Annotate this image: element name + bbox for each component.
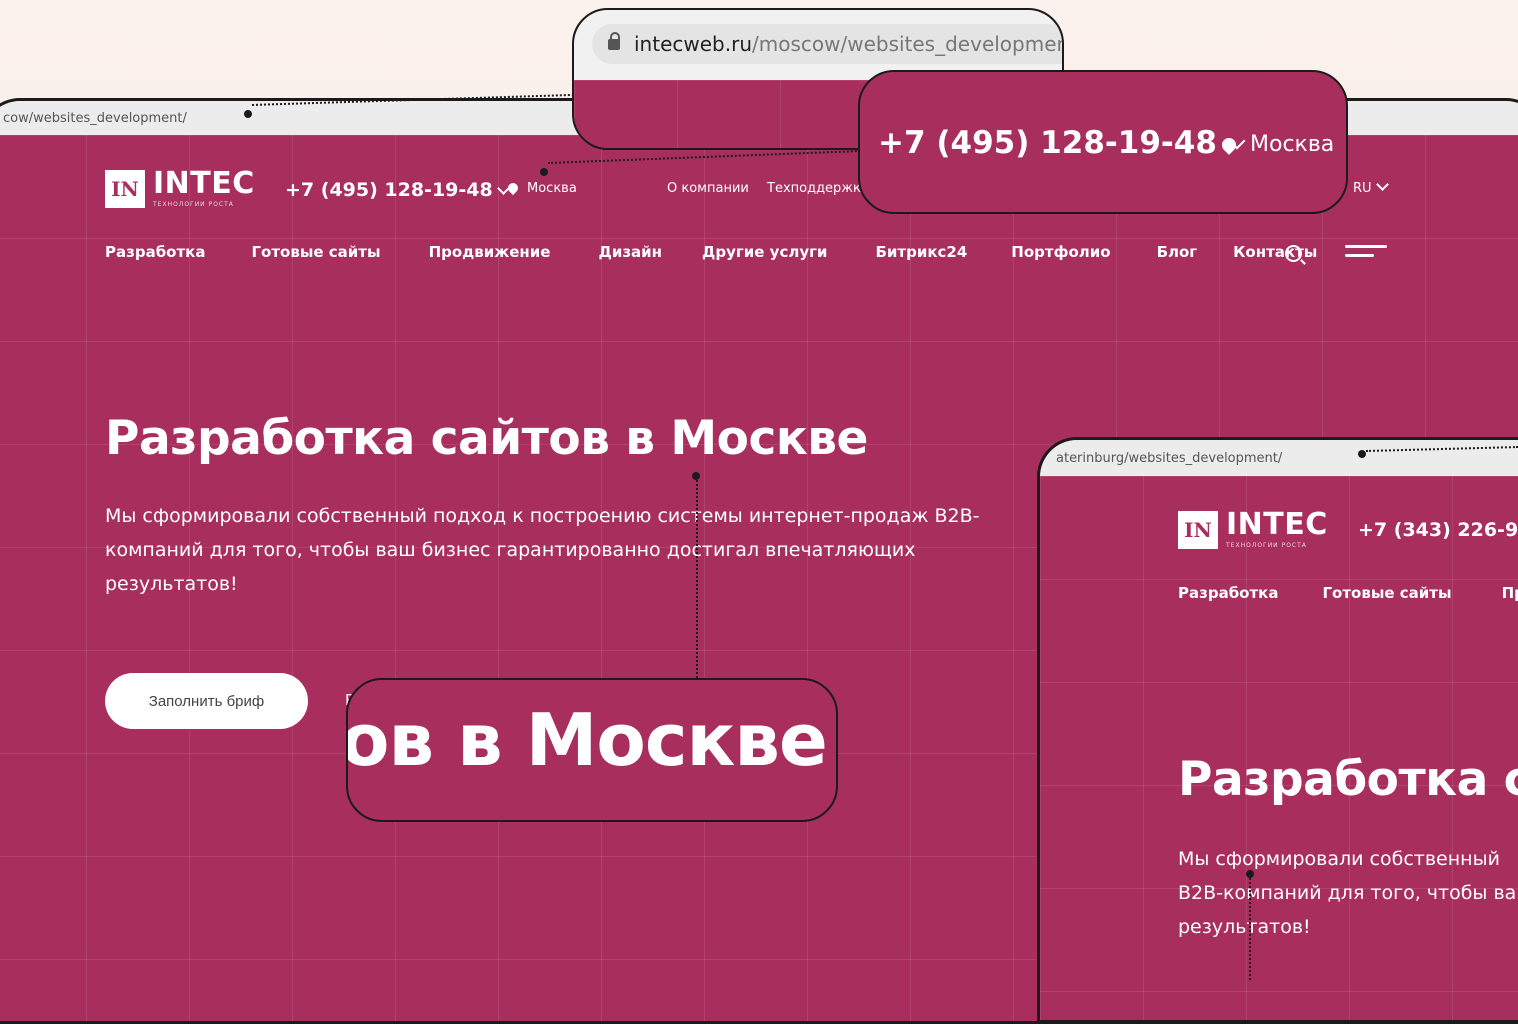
nav-item-bitrix24[interactable]: Битрикс24 bbox=[875, 243, 967, 261]
url-path: /moscow/websites_development bbox=[752, 32, 1064, 56]
nav-item-promotion[interactable]: Про bbox=[1502, 584, 1518, 602]
second-header-phone[interactable]: +7 (343) 226-90- bbox=[1358, 519, 1518, 541]
hero-description: Мы сформировали собственный подход к пос… bbox=[105, 505, 980, 595]
top-link-support[interactable]: Техподдержка bbox=[767, 181, 869, 196]
nav-item-portfolio[interactable]: Портфолио bbox=[1011, 243, 1110, 261]
logo-mark: IN bbox=[1178, 510, 1218, 549]
nav-item-ready-sites[interactable]: Готовые сайты bbox=[1322, 584, 1451, 602]
nav-item-other-services[interactable]: Другие услуги bbox=[702, 243, 827, 261]
main-nav: Разработка Готовые сайты Продвижение Диз… bbox=[105, 243, 1317, 261]
url-host: intecweb.ru bbox=[634, 32, 752, 56]
connector-line bbox=[1249, 878, 1251, 980]
nav-item-ready-sites[interactable]: Готовые сайты bbox=[251, 243, 380, 261]
language-select[interactable]: RU bbox=[1353, 178, 1389, 196]
connector-dot bbox=[692, 472, 700, 480]
connector-dot bbox=[1246, 870, 1254, 878]
ekaterinburg-site-body: IN INTEC ТЕХНОЛОГИИ РОСТА +7 (343) 226-9… bbox=[1040, 476, 1518, 1020]
search-icon[interactable] bbox=[1285, 245, 1302, 262]
hero-title: Разработка сайтов в Москве bbox=[105, 411, 868, 466]
map-pin-icon bbox=[505, 180, 521, 196]
header-city[interactable]: Москва bbox=[505, 180, 577, 196]
connector-dot bbox=[244, 110, 252, 118]
logo-name: INTEC bbox=[1226, 507, 1328, 542]
callout-city-label: Москва bbox=[1250, 132, 1335, 157]
chevron-down-icon bbox=[1375, 178, 1389, 191]
intec-logo[interactable]: IN INTEC ТЕХНОЛОГИИ РОСТА bbox=[105, 169, 255, 208]
nav-item-design[interactable]: Дизайн bbox=[598, 243, 662, 261]
url-callout-address[interactable]: intecweb.ru/moscow/websites_development bbox=[592, 24, 1064, 64]
second-url-text: aterinburg/websites_development/ bbox=[1056, 451, 1283, 466]
header-phone[interactable]: +7 (495) 128-19-48 bbox=[285, 179, 510, 201]
fill-brief-button[interactable]: Заполнить бриф bbox=[105, 673, 308, 729]
phone-zoom-callout: +7 (495) 128-19-48 Москва bbox=[858, 70, 1348, 214]
intec-logo-second[interactable]: IN INTEC ТЕХНОЛОГИИ РОСТА bbox=[1178, 510, 1328, 549]
logo-name: INTEC bbox=[153, 166, 255, 201]
header-city-label: Москва bbox=[527, 181, 577, 196]
lock-icon bbox=[608, 31, 620, 50]
logo-tagline: ТЕХНОЛОГИИ РОСТА bbox=[153, 201, 234, 208]
second-url-bar[interactable]: aterinburg/websites_development/ bbox=[1040, 440, 1518, 476]
map-pin-icon bbox=[1219, 135, 1239, 155]
callout-phone: +7 (495) 128-19-48 bbox=[878, 125, 1246, 161]
callout-city: Москва bbox=[1219, 132, 1335, 157]
main-url-text: cow/websites_development/ bbox=[3, 111, 187, 126]
connector-dot bbox=[1358, 450, 1366, 458]
nav-item-development[interactable]: Разработка bbox=[105, 243, 205, 261]
logo-mark: IN bbox=[105, 169, 145, 208]
second-nav: Разработка Готовые сайты Про bbox=[1178, 584, 1518, 602]
nav-item-development[interactable]: Разработка bbox=[1178, 584, 1278, 602]
connector-dot bbox=[540, 168, 548, 176]
nav-item-contacts[interactable]: Контакты bbox=[1233, 243, 1317, 261]
title-zoom-callout: ов в Москве bbox=[346, 678, 838, 822]
ekaterinburg-site-window: aterinburg/websites_development/ IN INTE… bbox=[1037, 437, 1518, 1023]
top-link-about[interactable]: О компании bbox=[667, 181, 749, 196]
callout-title-text: ов в Москве bbox=[346, 698, 828, 782]
second-hero-title: Разработка са bbox=[1178, 752, 1518, 807]
connector-line bbox=[696, 480, 698, 678]
nav-item-blog[interactable]: Блог bbox=[1157, 243, 1198, 261]
logo-tagline: ТЕХНОЛОГИИ РОСТА bbox=[1226, 542, 1307, 549]
hamburger-menu-icon[interactable] bbox=[1345, 245, 1387, 263]
header-phone-number: +7 (495) 128-19-48 bbox=[285, 179, 493, 201]
callout-phone-number: +7 (495) 128-19-48 bbox=[878, 125, 1217, 161]
second-hero-description: Мы сформировали собственный B2B-компаний… bbox=[1178, 848, 1517, 938]
language-label: RU bbox=[1353, 181, 1372, 196]
nav-item-promotion[interactable]: Продвижение bbox=[429, 243, 551, 261]
